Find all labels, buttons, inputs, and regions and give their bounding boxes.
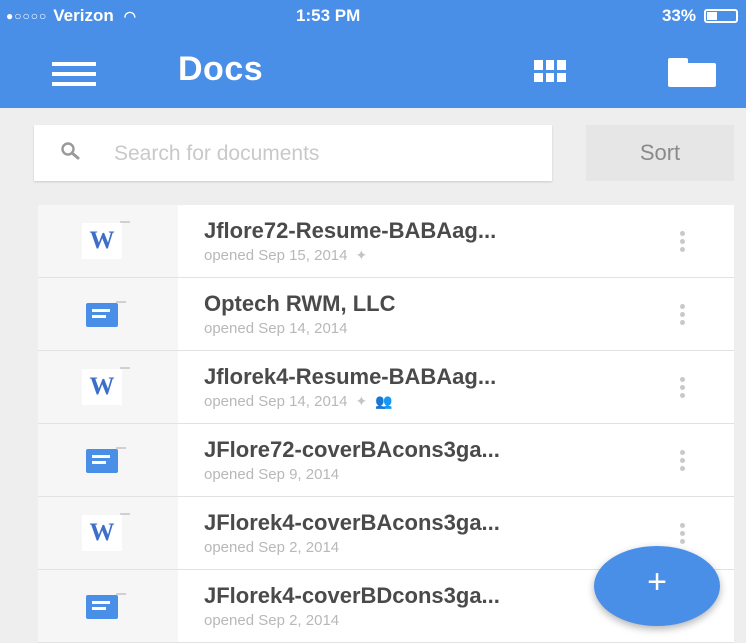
slides-doc-icon: [86, 301, 126, 327]
document-name: Jflorek4-Resume-BABAag...: [204, 364, 497, 389]
list-item[interactable]: Optech RWM, LLC opened Sep 14, 2014: [38, 278, 734, 351]
grid-view-icon[interactable]: [534, 60, 566, 82]
more-options-icon[interactable]: [680, 523, 688, 545]
plus-icon: +: [647, 563, 667, 601]
list-item[interactable]: JFlore72-coverBAcons3ga... opened Sep 9,…: [38, 424, 734, 497]
search-row: Sort: [34, 125, 734, 183]
document-name: JFlore72-coverBAcons3ga...: [204, 437, 500, 462]
pin-icon: ✦: [355, 247, 368, 263]
word-doc-icon: W: [82, 221, 130, 259]
carrier-label: Verizon: [53, 6, 114, 25]
document-name: JFlorek4-coverBAcons3ga...: [204, 510, 500, 535]
document-name: JFlorek4-coverBDcons3ga...: [204, 583, 500, 608]
create-document-button[interactable]: +: [594, 546, 720, 626]
app-bar: ●○○○○ Verizon ◠ 1:53 PM 33% Docs: [0, 0, 746, 108]
more-options-icon[interactable]: [680, 304, 688, 326]
battery-icon: [704, 9, 738, 23]
sort-button[interactable]: Sort: [586, 125, 734, 181]
search-box[interactable]: [34, 125, 552, 181]
list-item[interactable]: W Jflorek4-Resume-BABAag... opened Sep 1…: [38, 351, 734, 424]
more-options-icon[interactable]: [680, 450, 688, 472]
word-doc-icon: W: [82, 367, 130, 405]
search-input[interactable]: [112, 137, 536, 171]
document-opened-date: opened Sep 9, 2014: [204, 466, 340, 483]
status-bar: ●○○○○ Verizon ◠ 1:53 PM 33%: [0, 0, 746, 30]
status-time: 1:53 PM: [296, 6, 361, 25]
document-opened-date: opened Sep 15, 2014: [204, 247, 348, 264]
hamburger-menu-icon[interactable]: [52, 62, 96, 88]
search-icon: [61, 142, 80, 160]
more-options-icon[interactable]: [680, 231, 688, 253]
folder-icon[interactable]: [668, 58, 716, 88]
document-name: Optech RWM, LLC: [204, 291, 396, 316]
page-title: Docs: [178, 50, 264, 88]
pin-icon: ✦: [355, 393, 368, 409]
document-opened-date: opened Sep 2, 2014: [204, 539, 340, 556]
more-options-icon[interactable]: [680, 377, 688, 399]
document-name: Jflore72-Resume-BABAag...: [204, 218, 497, 243]
toolbar: Docs: [0, 36, 746, 108]
slides-doc-icon: [86, 593, 126, 619]
document-opened-date: opened Sep 2, 2014: [204, 612, 340, 629]
signal-dots-icon: ●○○○○: [6, 9, 48, 23]
shared-icon: 👥: [375, 393, 393, 409]
word-doc-icon: W: [82, 513, 130, 551]
document-opened-date: opened Sep 14, 2014: [204, 320, 348, 337]
list-item[interactable]: W Jflore72-Resume-BABAag... opened Sep 1…: [38, 205, 734, 278]
battery-percent: 33%: [661, 6, 696, 25]
wifi-icon: ◠: [123, 8, 136, 24]
document-opened-date: opened Sep 14, 2014: [204, 393, 348, 410]
slides-doc-icon: [86, 447, 126, 473]
